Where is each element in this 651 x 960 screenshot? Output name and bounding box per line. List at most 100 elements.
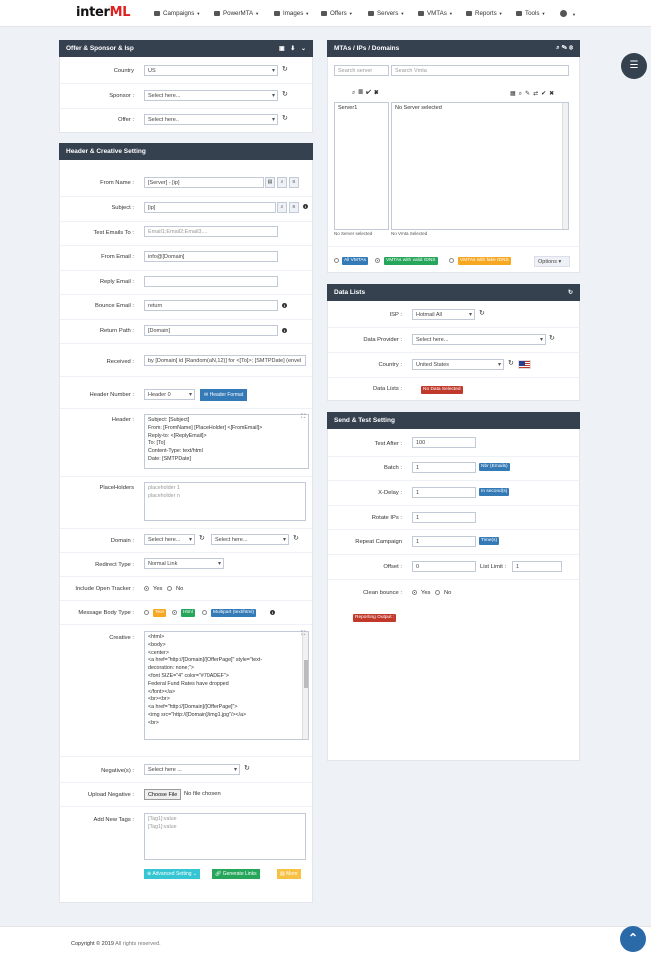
redirect-type-select[interactable]: Normal Link: [144, 558, 224, 569]
body-multipart-radio[interactable]: [202, 610, 207, 615]
negative-select[interactable]: Select here ...: [144, 764, 240, 775]
panel-tools-icon[interactable]: ⌕✎⊗: [556, 45, 575, 52]
header-number-select[interactable]: Header 0: [144, 389, 195, 400]
list-icon[interactable]: ≡: [289, 202, 299, 213]
search-vmta-input[interactable]: Search Vmta: [391, 65, 569, 76]
valid-rdns-badge: VMTAs with valid rDNS: [384, 257, 438, 265]
nav-powermta[interactable]: PowerMTA ▼: [214, 10, 259, 17]
vmta-toolbar[interactable]: ▦⌕✎⇄✔✖: [510, 90, 557, 98]
advanced-setting-button[interactable]: ⊕ Advanced Setting ⌄: [144, 869, 201, 879]
close-icon[interactable]: ✖: [374, 90, 382, 96]
country-label: Country: [113, 68, 134, 74]
from-email-input[interactable]: info@[Domain]: [144, 251, 278, 262]
nav-offers[interactable]: Offers ▼: [321, 10, 353, 17]
body-html-radio[interactable]: [172, 610, 177, 615]
nav-tools[interactable]: Tools ▼: [516, 10, 545, 17]
scroll-top-button[interactable]: ⌃: [620, 926, 646, 952]
offset-input[interactable]: 0: [412, 561, 476, 572]
repeat-campaign-input[interactable]: 1: [412, 536, 476, 547]
refresh-icon[interactable]: ↻: [508, 359, 514, 367]
header-textarea[interactable]: Subject: [Subject] From: [FromName] [Plac…: [144, 414, 309, 469]
batch-input[interactable]: 1: [412, 462, 476, 473]
options-button[interactable]: Options ▾: [534, 256, 570, 267]
placeholders-textarea[interactable]: placeholder 1 placeholder n: [144, 482, 306, 521]
grid-icon[interactable]: ▦: [358, 90, 366, 96]
rotate-ips-input[interactable]: 1: [412, 512, 476, 523]
reply-email-input[interactable]: [144, 276, 278, 287]
server-option[interactable]: Server1: [335, 103, 388, 113]
creative-textarea[interactable]: <html> <body> <center> <a href="http://[Dom…: [144, 631, 309, 740]
refresh-icon[interactable]: ↻: [199, 534, 205, 542]
refresh-icon[interactable]: ↻: [549, 334, 555, 342]
header-format-button[interactable]: ✉ Header Format: [200, 389, 248, 401]
refresh-icon[interactable]: ↻: [568, 289, 575, 296]
sponsor-label: Sponsor :: [109, 93, 134, 99]
panel-tools-icon[interactable]: ▣ ⬇ ⌄: [279, 45, 308, 52]
refresh-icon[interactable]: ↻: [244, 764, 250, 772]
edit-icon[interactable]: ✎: [525, 91, 533, 97]
creative-scrollbar[interactable]: [302, 632, 308, 739]
close-icon[interactable]: ✖: [549, 91, 557, 97]
bounce-email-input[interactable]: return: [144, 300, 278, 311]
app-logo[interactable]: interML: [76, 5, 131, 20]
placeholder-icon[interactable]: ▤: [265, 177, 275, 188]
isp-select[interactable]: Hotmail All: [412, 309, 475, 320]
nav-settings[interactable]: ▼: [560, 10, 576, 18]
list-limit-input[interactable]: 1: [512, 561, 562, 572]
domain-select-1[interactable]: Select here...: [144, 534, 195, 545]
generate-links-button[interactable]: 🔗︎ Generate Links: [212, 869, 260, 879]
nav-campaigns[interactable]: Campaigns ▼: [154, 10, 200, 17]
domain-select-2[interactable]: Select here...: [211, 534, 289, 545]
choose-file-button[interactable]: Choose File: [144, 789, 181, 800]
server-listbox[interactable]: Server1: [334, 102, 389, 230]
offer-select[interactable]: Select here..: [144, 114, 278, 125]
data-provider-select[interactable]: Select here...: [412, 334, 546, 345]
server-toolbar[interactable]: ⌕▦✔✖: [352, 90, 382, 97]
test-after-input[interactable]: 100: [412, 437, 476, 448]
refresh-icon[interactable]: ↻: [293, 534, 299, 542]
received-input[interactable]: by [Domain] id [Random(aN,12)] for <[To]…: [144, 355, 306, 366]
clean-bounce-no-radio[interactable]: [435, 590, 440, 595]
swap-icon[interactable]: ⇄: [533, 91, 541, 97]
valid-rdns-radio[interactable]: [375, 258, 380, 263]
refresh-icon[interactable]: ↻: [282, 90, 288, 98]
expand-icon[interactable]: ⛶: [301, 414, 305, 421]
refresh-icon[interactable]: ↻: [282, 114, 288, 122]
nav-servers[interactable]: Servers ▼: [368, 10, 404, 17]
xdelay-input[interactable]: 1: [412, 487, 476, 498]
from-name-input[interactable]: [Server] - [ip]: [144, 177, 264, 188]
vmta-scrollbar[interactable]: [562, 103, 568, 229]
data-country-select[interactable]: United States: [412, 359, 504, 370]
open-tracker-yes-radio[interactable]: [144, 586, 149, 591]
server-icon: [368, 11, 374, 16]
search-icon[interactable]: ⌕: [277, 177, 287, 188]
nav-reports[interactable]: Reports ▼: [466, 10, 503, 17]
menu-toggle-button[interactable]: ☰: [621, 53, 647, 79]
search-icon[interactable]: ⌕: [277, 202, 287, 213]
test-emails-input[interactable]: Email1;Email2;Email3....: [144, 226, 278, 237]
return-path-input[interactable]: [Domain]: [144, 325, 278, 336]
refresh-icon[interactable]: ↻: [282, 65, 288, 73]
more-button[interactable]: ▤ More: [277, 869, 301, 879]
all-vmtas-radio[interactable]: [334, 258, 339, 263]
check-icon[interactable]: ✔: [366, 90, 374, 96]
clean-bounce-yes-radio[interactable]: [412, 590, 417, 595]
list-icon[interactable]: ≡: [289, 177, 299, 188]
nav-vmtas[interactable]: VMTAs ▼: [418, 10, 453, 17]
refresh-icon[interactable]: ↻: [479, 309, 485, 317]
vmta-listbox[interactable]: No Server selected: [391, 102, 569, 230]
subject-input[interactable]: [ip]: [144, 202, 276, 213]
bar-chart-icon: [466, 11, 472, 16]
search-server-input[interactable]: Search server: [334, 65, 389, 76]
nav-images[interactable]: Images ▼: [274, 10, 309, 17]
check-icon[interactable]: ✔: [541, 91, 549, 97]
grid-icon[interactable]: ▦: [510, 91, 519, 97]
new-tags-textarea[interactable]: [Tag1]:value [Tag1]:value: [144, 813, 306, 860]
repeat-unit-badge: Time(s): [479, 537, 500, 545]
sponsor-select[interactable]: Select here...: [144, 90, 278, 101]
fake-rdns-radio[interactable]: [449, 258, 454, 263]
body-text-radio[interactable]: [144, 610, 149, 615]
expand-icon[interactable]: ⛶: [301, 631, 305, 638]
country-select[interactable]: US: [144, 65, 278, 76]
open-tracker-no-radio[interactable]: [167, 586, 172, 591]
